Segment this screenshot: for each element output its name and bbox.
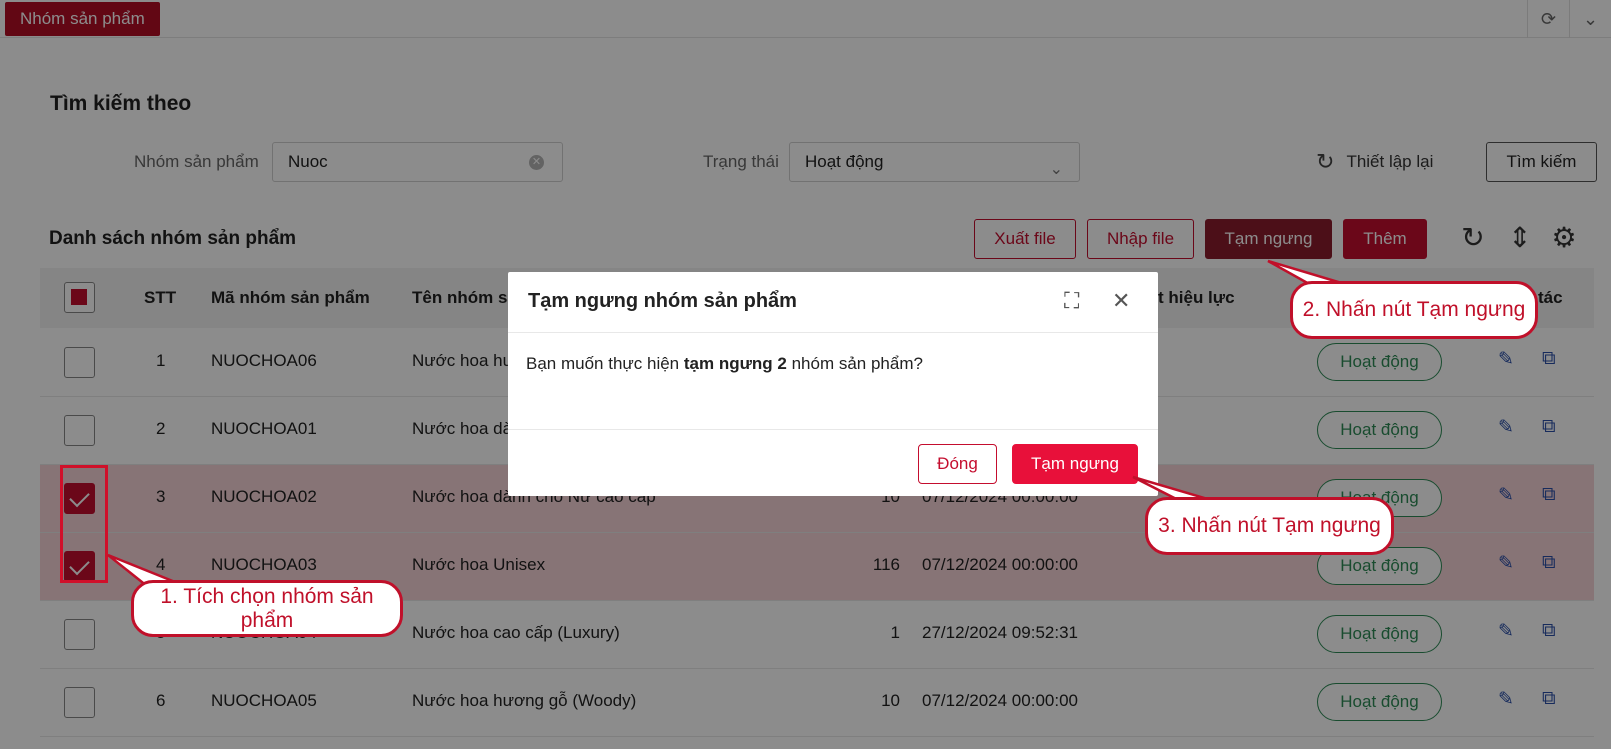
callout-step-3: 3. Nhấn nút Tạm ngưng [1145,497,1394,555]
callout-step-2: 2. Nhấn nút Tạm ngưng [1290,281,1538,339]
callout-step-1: 1. Tích chọn nhóm sản phẩm [131,580,403,637]
